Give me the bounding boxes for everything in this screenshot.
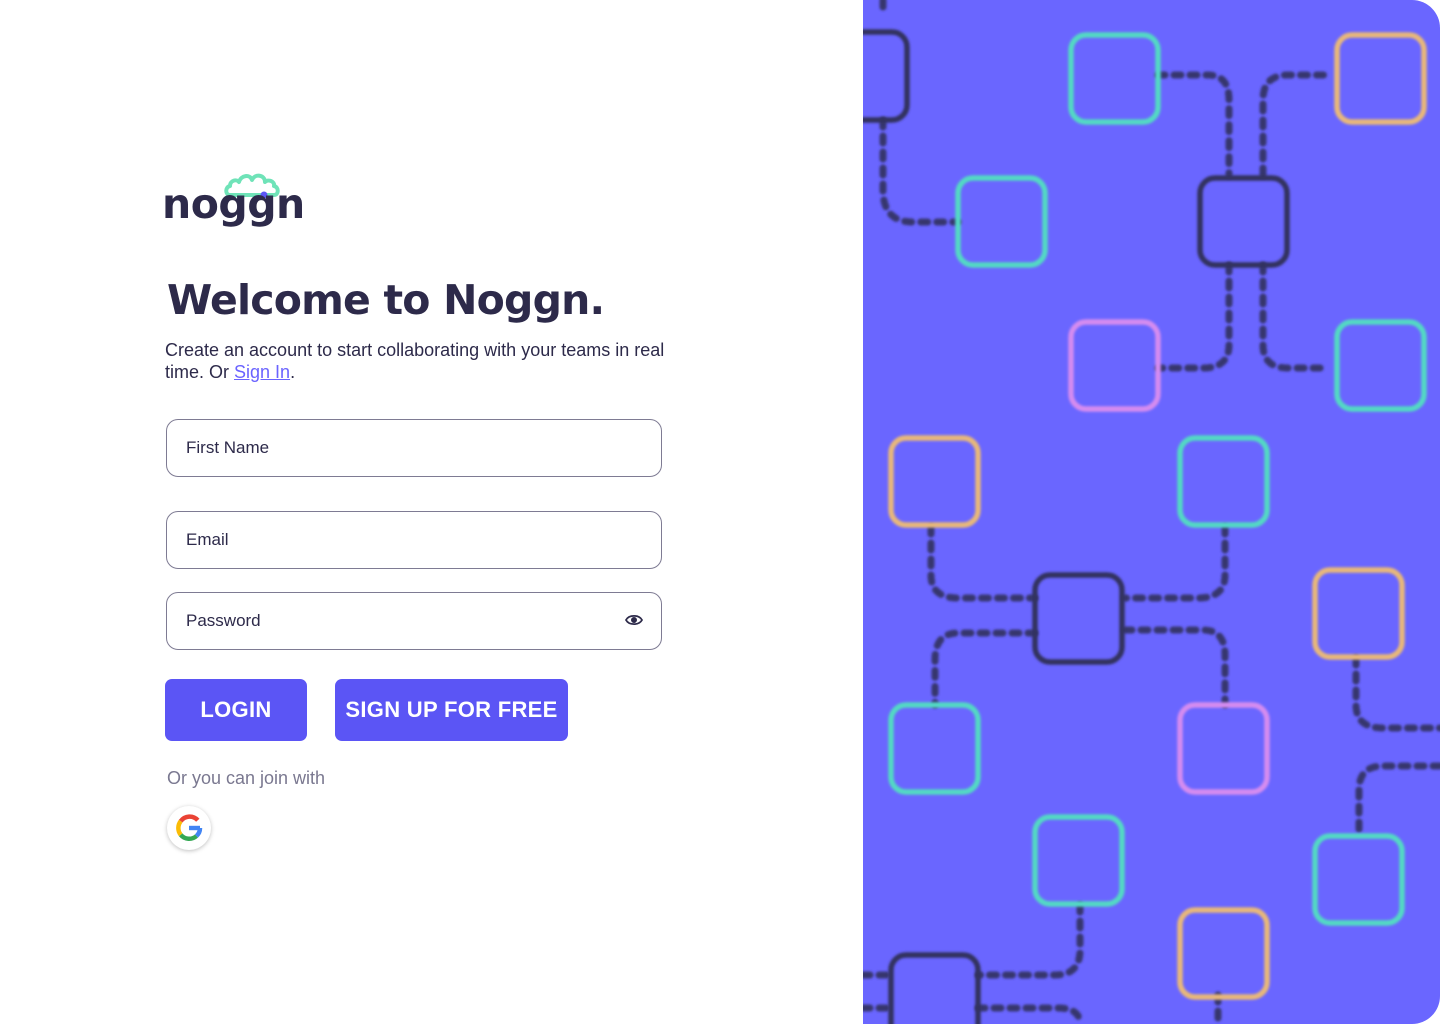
social-join-prompt: Or you can join with [167,768,326,788]
first-name-input[interactable] [186,420,606,475]
teal-tile [1177,435,1270,528]
decorative-panel [863,0,1440,1024]
sign-in-link[interactable]: Sign In [234,362,290,382]
subtitle-end: . [290,362,296,382]
first-name-field [166,419,662,477]
page-title: Welcome to Noggn. [167,276,605,324]
amber-tile [1334,32,1427,125]
dark-tile [1032,572,1125,665]
teal-tile [1334,319,1427,412]
google-signin-button[interactable] [167,806,211,850]
pink-tile [1068,319,1161,412]
signup-panel: noggn Welcome to Noggn. Create an accoun… [0,0,863,1024]
password-input[interactable] [186,593,606,648]
dark-tile [1197,175,1290,268]
password-field [166,592,662,650]
teal-tile [1312,833,1405,926]
teal-tile [955,175,1048,268]
email-input[interactable] [186,512,606,567]
amber-tile [1177,907,1270,1000]
dark-tile [888,952,981,1024]
page-subtitle: Create an account to start collaborating… [165,339,675,383]
dark-tile [863,29,910,123]
amber-tile [1312,567,1405,660]
amber-tile [888,435,981,528]
teal-tile [888,702,981,795]
login-button[interactable]: LOGIN [165,679,307,741]
network-illustration [863,0,1440,1024]
teal-tile [1032,814,1125,907]
sign-up-button[interactable]: SIGN UP FOR FREE [335,679,568,741]
google-icon [176,814,203,842]
pink-tile [1177,702,1270,795]
eye-icon[interactable] [625,613,643,627]
email-field [166,511,662,569]
teal-tile [1068,32,1161,125]
noggn-logo: noggn [162,170,305,242]
logo-wordmark: noggn [162,180,305,228]
